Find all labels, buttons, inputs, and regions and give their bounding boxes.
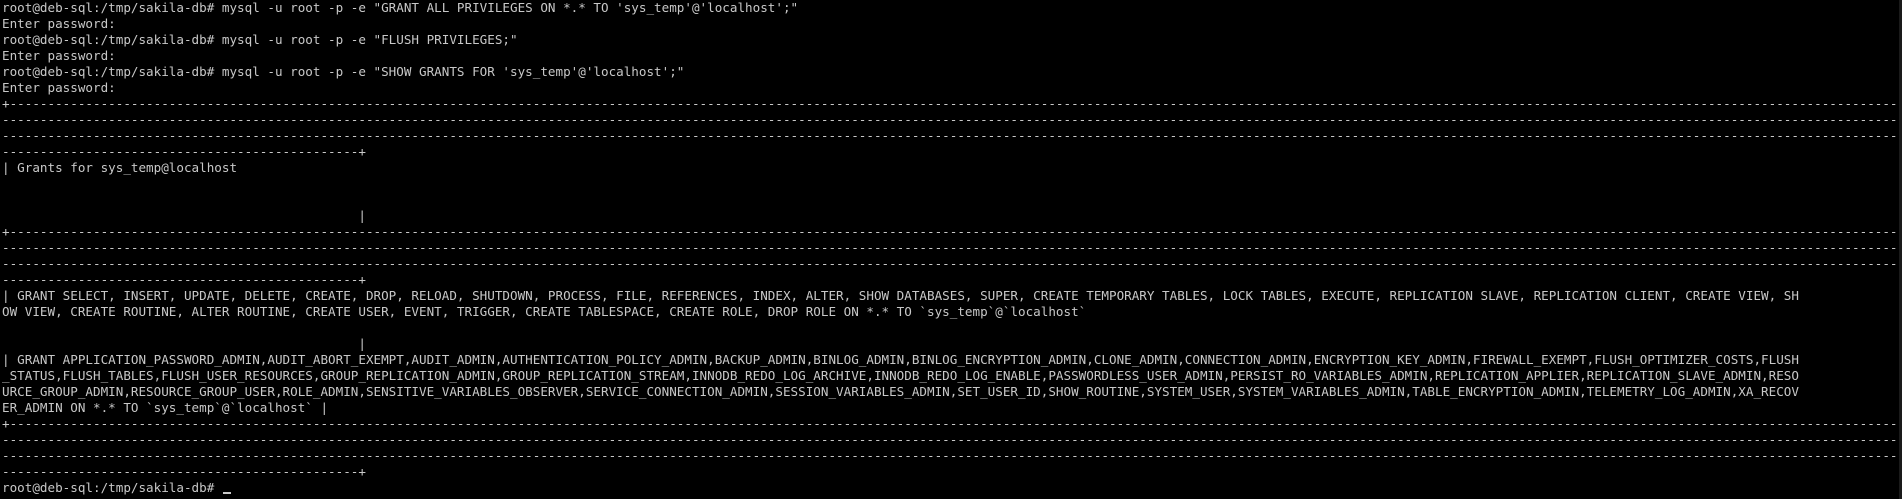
terminal-output-line: | GRANT SELECT, INSERT, UPDATE, DELETE, … [2, 288, 1799, 303]
shell-prompt: root@deb-sql:/tmp/sakila-db# [2, 480, 222, 495]
text-cursor [222, 492, 231, 494]
terminal-output-line: +---------------------------------------… [2, 96, 1902, 111]
terminal-output-line: _STATUS,FLUSH_TABLES,FLUSH_USER_RESOURCE… [2, 368, 1799, 383]
terminal-output-line: Enter password: [2, 16, 116, 31]
terminal-output-line: ----------------------------------------… [2, 112, 1902, 127]
terminal-output-line: ER_ADMIN ON *.* TO `sys_temp`@`localhost… [2, 400, 329, 415]
terminal-output-line: ----------------------------------------… [2, 144, 366, 159]
terminal-output-line: URCE_GROUP_ADMIN,RESOURCE_GROUP_USER,ROL… [2, 384, 1799, 399]
terminal-prompt-line[interactable]: root@deb-sql:/tmp/sakila-db# [2, 480, 1902, 496]
terminal-output-line: root@deb-sql:/tmp/sakila-db# mysql -u ro… [2, 32, 518, 47]
terminal-window[interactable]: root@deb-sql:/tmp/sakila-db# mysql -u ro… [0, 0, 1902, 499]
terminal-output-line: ----------------------------------------… [2, 256, 1902, 271]
terminal-output-line: ----------------------------------------… [2, 432, 1902, 447]
terminal-output-line: ----------------------------------------… [2, 128, 1902, 143]
terminal-output-line: ----------------------------------------… [2, 240, 1902, 255]
terminal-output: root@deb-sql:/tmp/sakila-db# mysql -u ro… [2, 0, 1902, 480]
terminal-output-line: root@deb-sql:/tmp/sakila-db# mysql -u ro… [2, 0, 799, 15]
terminal-output-line: Enter password: [2, 48, 116, 63]
terminal-output-line: | [2, 336, 366, 351]
terminal-output-line: +---------------------------------------… [2, 224, 1902, 239]
terminal-output-line: ----------------------------------------… [2, 464, 366, 479]
terminal-output-line: | GRANT APPLICATION_PASSWORD_ADMIN,AUDIT… [2, 352, 1799, 367]
terminal-output-line: ----------------------------------------… [2, 448, 1902, 463]
terminal-output-line: | [2, 208, 366, 223]
terminal-output-line: +---------------------------------------… [2, 416, 1902, 431]
terminal-output-line: ----------------------------------------… [2, 272, 366, 287]
terminal-output-line: root@deb-sql:/tmp/sakila-db# mysql -u ro… [2, 64, 685, 79]
terminal-output-line: OW VIEW, CREATE ROUTINE, ALTER ROUTINE, … [2, 304, 1087, 319]
terminal-output-line: | Grants for sys_temp@localhost [2, 160, 238, 175]
terminal-output-line: Enter password: [2, 80, 116, 95]
